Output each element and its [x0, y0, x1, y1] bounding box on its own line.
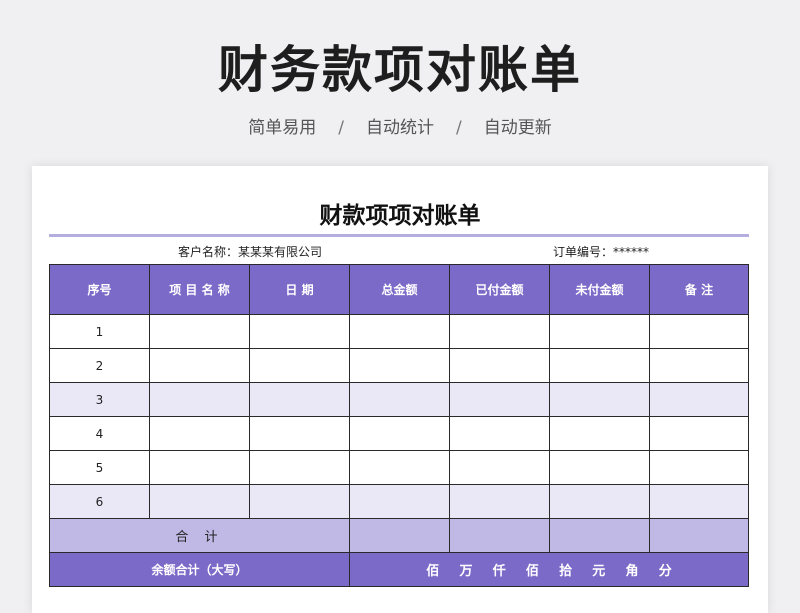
unit-yuan: 元: [592, 564, 606, 579]
cell-date[interactable]: [249, 450, 350, 485]
unit-bai: 佰: [525, 564, 539, 579]
total-label: 合 计: [49, 518, 350, 553]
table-row: 6: [49, 484, 749, 519]
cell-unpaid[interactable]: [549, 348, 650, 383]
cell-item-name[interactable]: [149, 484, 250, 519]
order-value[interactable]: ******: [613, 245, 649, 259]
cell-total[interactable]: [349, 314, 450, 349]
table-header-row: 序号 项 目 名 称 日 期 总金额 已付金额 未付金额 备 注: [49, 264, 749, 315]
cell-unpaid[interactable]: [549, 314, 650, 349]
cell-remarks[interactable]: [649, 348, 749, 383]
cell-date[interactable]: [249, 416, 350, 451]
capital-units[interactable]: 佰 万 仟 佰 拾 元 角 分: [349, 552, 749, 587]
customer-label: 客户名称：: [178, 245, 239, 259]
cell-date[interactable]: [249, 348, 350, 383]
col-header-date: 日 期: [249, 264, 350, 315]
cell-paid[interactable]: [449, 484, 550, 519]
unit-wan: 万: [459, 564, 473, 579]
unit-jiao: 角: [625, 564, 639, 579]
unit-qian: 仟: [492, 564, 506, 579]
order-label: 订单编号：: [553, 245, 614, 259]
row-index: 1: [49, 314, 150, 349]
total-row: 合 计: [49, 518, 749, 553]
customer-value[interactable]: 某某某有限公司: [238, 245, 322, 259]
col-header-remarks: 备 注: [649, 264, 749, 315]
capital-balance-label: 余额合计（大写）: [49, 552, 350, 587]
table-row: 3: [49, 382, 749, 417]
cell-unpaid[interactable]: [549, 484, 650, 519]
page-hero-title: 财务款项对账单: [218, 41, 582, 99]
cell-item-name[interactable]: [149, 348, 250, 383]
cell-remarks[interactable]: [649, 416, 749, 451]
tag-auto-update: 自动更新: [483, 118, 552, 138]
unit-bai: 佰: [426, 564, 440, 579]
cell-unpaid[interactable]: [549, 382, 650, 417]
table-row: 4: [49, 416, 749, 451]
cell-unpaid[interactable]: [549, 416, 650, 451]
col-header-paid-amount: 已付金额: [449, 264, 550, 315]
cell-item-name[interactable]: [149, 314, 250, 349]
unit-shi: 拾: [559, 564, 573, 579]
statement-sheet: 财款项项对账单 客户名称：某某某有限公司 订单编号：****** 序号 项 目 …: [32, 166, 768, 613]
cell-total[interactable]: [349, 382, 450, 417]
total-paid-cell[interactable]: [449, 518, 550, 553]
cell-remarks[interactable]: [649, 484, 749, 519]
cell-paid[interactable]: [449, 416, 550, 451]
cell-paid[interactable]: [449, 314, 550, 349]
cell-date[interactable]: [249, 382, 350, 417]
capital-balance-row: 余额合计（大写） 佰 万 仟 佰 拾 元 角 分: [49, 552, 749, 587]
table-row: 2: [49, 348, 749, 383]
row-index: 2: [49, 348, 150, 383]
cell-paid[interactable]: [449, 348, 550, 383]
sheet-title: 财款项项对账单: [319, 203, 481, 229]
cell-item-name[interactable]: [149, 450, 250, 485]
total-unpaid-cell[interactable]: [549, 518, 650, 553]
hero-tagline: 简单易用 / 自动统计 / 自动更新: [0, 113, 800, 138]
col-header-unpaid-amount: 未付金额: [549, 264, 650, 315]
total-amount-cell[interactable]: [349, 518, 450, 553]
cell-remarks[interactable]: [649, 382, 749, 417]
row-index: 6: [49, 484, 150, 519]
unit-fen: 分: [658, 564, 672, 579]
cell-item-name[interactable]: [149, 416, 250, 451]
tag-auto-count: 自动统计: [366, 118, 434, 138]
tag-separator: /: [338, 118, 344, 138]
tag-easy: 简单易用: [248, 118, 317, 138]
cell-remarks[interactable]: [649, 314, 749, 349]
cell-paid[interactable]: [449, 450, 550, 485]
ledger-table: 序号 项 目 名 称 日 期 总金额 已付金额 未付金额 备 注 1 2 3 4…: [49, 264, 749, 587]
cell-item-name[interactable]: [149, 382, 250, 417]
total-remarks-cell[interactable]: [649, 518, 749, 553]
row-index: 3: [49, 382, 150, 417]
cell-unpaid[interactable]: [549, 450, 650, 485]
row-index: 5: [49, 450, 150, 485]
cell-date[interactable]: [249, 484, 350, 519]
table-row: 1: [49, 314, 749, 349]
col-header-index: 序号: [49, 264, 150, 315]
cell-paid[interactable]: [449, 382, 550, 417]
cell-total[interactable]: [349, 348, 450, 383]
customer-info: 客户名称：某某某有限公司: [178, 243, 322, 260]
cell-total[interactable]: [349, 450, 450, 485]
cell-remarks[interactable]: [649, 450, 749, 485]
order-info: 订单编号：******: [553, 243, 649, 260]
title-divider: [49, 234, 749, 237]
col-header-total-amount: 总金额: [349, 264, 450, 315]
cell-total[interactable]: [349, 484, 450, 519]
col-header-item-name: 项 目 名 称: [149, 264, 250, 315]
tag-separator: /: [456, 118, 462, 138]
table-row: 5: [49, 450, 749, 485]
row-index: 4: [49, 416, 150, 451]
cell-total[interactable]: [349, 416, 450, 451]
cell-date[interactable]: [249, 314, 350, 349]
